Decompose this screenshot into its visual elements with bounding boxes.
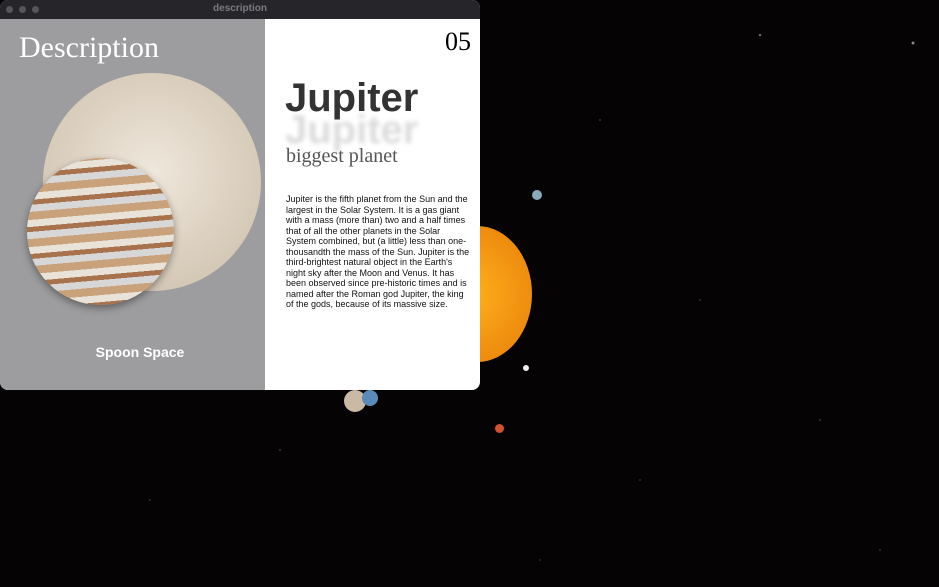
planet-mars[interactable] bbox=[495, 424, 504, 433]
planet-subtitle: biggest planet bbox=[286, 145, 398, 167]
planet-description: Jupiter is the fifth planet from the Sun… bbox=[286, 194, 470, 309]
planet-name: Jupiter bbox=[285, 76, 419, 120]
planet-image-small bbox=[27, 158, 174, 305]
image-panel: Description Spoon Space bbox=[0, 19, 265, 390]
planet-neptune[interactable] bbox=[362, 390, 378, 406]
panel-heading: Description bbox=[19, 31, 159, 64]
planet-number: 05 bbox=[445, 27, 471, 56]
planet-earth[interactable] bbox=[532, 190, 542, 200]
brand-label: Spoon Space bbox=[95, 344, 185, 360]
title-bar: description bbox=[0, 0, 480, 19]
window-title: description bbox=[213, 3, 267, 14]
planet-moon[interactable] bbox=[523, 365, 529, 371]
description-window: description Description Spoon Space 05 J… bbox=[0, 0, 480, 390]
